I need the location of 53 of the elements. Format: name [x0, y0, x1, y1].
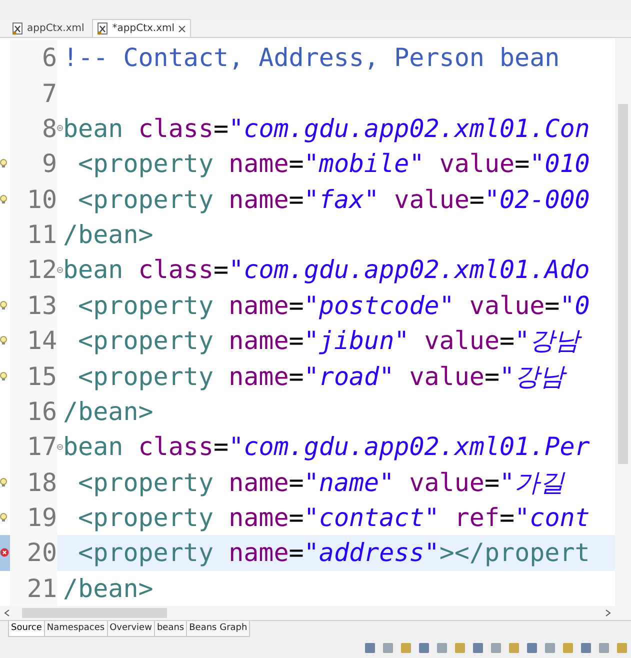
line-number: 17 — [26, 434, 57, 460]
code-line: <property name="postcode" value="0 — [77, 292, 590, 318]
editor-page-tab[interactable]: Beans Graph — [187, 621, 250, 637]
xml-file-icon — [97, 22, 110, 35]
line-number: 10 — [26, 186, 57, 212]
code-line: <property name="address"></propert — [77, 540, 590, 566]
lightbulb-icon — [0, 194, 8, 204]
code-line: <property name="road" value="강남 — [77, 364, 565, 389]
line-number: 20 — [26, 540, 57, 566]
code-line: <property name="contact" ref="cont — [77, 505, 590, 530]
line-number: 21 — [26, 576, 57, 601]
line-number: 13 — [26, 292, 57, 318]
code-line: <property name="fax" value="02-000 — [77, 186, 590, 212]
line-number: 8 — [42, 116, 57, 141]
code-line: bean class="com.gdu.app02.xml01.Per — [63, 434, 590, 460]
lightbulb-icon — [0, 336, 8, 346]
fold-icon[interactable] — [57, 125, 63, 132]
lightbulb-icon — [0, 513, 8, 522]
lightbulb-icon — [0, 159, 8, 168]
line-number: 14 — [26, 328, 57, 354]
line-number: 9 — [42, 151, 57, 176]
editor-page-tab[interactable]: beans — [154, 621, 188, 637]
code-line: <property name="jibun" value="강남 — [77, 328, 580, 354]
code-line: /bean> — [63, 398, 154, 424]
line-number: 19 — [26, 505, 57, 530]
line-number: 16 — [26, 398, 57, 424]
line-number: 7 — [42, 80, 57, 106]
scroll-right-icon[interactable] — [605, 609, 611, 617]
line-number: 11 — [26, 222, 57, 248]
lightbulb-icon — [0, 478, 8, 487]
lightbulb-icon — [0, 372, 8, 381]
scroll-left-icon[interactable] — [4, 609, 10, 617]
editor-page-tab[interactable]: Overview — [108, 621, 155, 637]
line-number: 15 — [26, 364, 57, 389]
code-line: <property name="mobile" value="010 — [77, 151, 590, 176]
editor-tab[interactable]: *appCtx.xml — [92, 19, 191, 37]
code-line: bean class="com.gdu.app02.xml01.Con — [63, 116, 590, 141]
vertical-scrollbar[interactable] — [615, 38, 631, 620]
code-line: /bean> — [63, 576, 154, 601]
code-line: <property name="name" value="가길 — [77, 470, 565, 495]
line-number: 12 — [26, 257, 57, 282]
editor-tab[interactable]: appCtx.xml — [8, 19, 88, 37]
fold-icon[interactable] — [57, 266, 63, 273]
fold-icon[interactable] — [57, 444, 63, 450]
horizontal-scrollbar[interactable] — [0, 606, 615, 620]
editor-page-tab[interactable]: Source — [8, 621, 45, 637]
line-number: 18 — [26, 470, 57, 495]
editor-page-tab[interactable]: Namespaces — [44, 621, 108, 637]
lightbulb-icon — [0, 300, 8, 310]
code-line: /bean> — [63, 222, 154, 248]
line-number: 6 — [42, 45, 57, 70]
code-line: bean class="com.gdu.app02.xml01.Ado — [63, 257, 590, 282]
code-line: !-- Contact, Address, Person bean — [63, 45, 560, 70]
